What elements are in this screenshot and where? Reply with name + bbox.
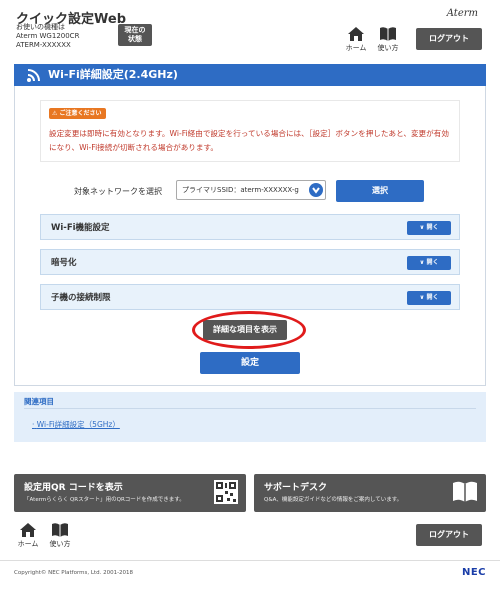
- page-title-text: Wi-Fi詳細設定(2.4GHz): [48, 68, 178, 81]
- accordion-label: Wi-Fi機能設定: [51, 223, 110, 233]
- support-desc: Q&A、機能設定ガイドなどの情報をご案内しています。: [264, 497, 403, 503]
- accordion-client-restriction[interactable]: 子機の接続制限 ∨ 開く: [40, 284, 460, 310]
- support-title: サポートデスク: [264, 483, 328, 493]
- notice-box: ⚠ ご注意ください 設定変更は即時に有効となります。Wi-Fi経由で設定を行って…: [40, 100, 460, 162]
- aterm-logo: Aterm: [446, 8, 478, 19]
- qr-code-icon: [214, 480, 238, 504]
- book-icon: [380, 27, 396, 41]
- status-label-1: 現在の: [124, 26, 146, 34]
- home-icon: [20, 523, 36, 537]
- wifi-icon: [27, 69, 40, 82]
- highlight-ring: [192, 311, 306, 349]
- header: クイック設定Web お使いの機種は Aterm WG1200CR ATERM-X…: [0, 0, 500, 58]
- book-icon: [453, 481, 477, 502]
- related-link-5ghz[interactable]: · Wi-Fi詳細設定（5GHz）: [32, 419, 120, 430]
- accordion-wifi-function[interactable]: Wi-Fi機能設定 ∨ 開く: [40, 214, 460, 240]
- footer-logout-button[interactable]: ログアウト: [416, 524, 482, 546]
- open-button-label: 開く: [426, 259, 439, 266]
- book-icon: [52, 523, 68, 537]
- chevron-down-icon: ∨: [419, 224, 425, 231]
- home-label: ホーム: [345, 44, 367, 52]
- chevron-down-icon: ∨: [419, 259, 425, 266]
- manual-label: 使い方: [377, 44, 399, 52]
- open-button[interactable]: ∨ 開く: [407, 221, 451, 235]
- network-select-value: プライマリSSID：aterm-XXXXXX-g: [182, 186, 299, 194]
- network-select-label: 対象ネットワークを選択: [74, 187, 162, 196]
- page-title: Wi-Fi詳細設定(2.4GHz): [14, 64, 486, 86]
- model-line-2: Aterm WG1200CR: [16, 32, 80, 40]
- divider: [24, 408, 476, 409]
- notice-badge-text: ご注意ください: [59, 110, 102, 117]
- related-title: 関連項目: [24, 397, 54, 406]
- network-select[interactable]: プライマリSSID：aterm-XXXXXX-g: [176, 180, 326, 200]
- current-status-button[interactable]: 現在の 状態: [118, 24, 152, 46]
- nec-logo: NEC: [461, 567, 486, 578]
- footer-divider: [0, 560, 500, 561]
- logout-button[interactable]: ログアウト: [416, 28, 482, 50]
- manual-button[interactable]: 使い方: [376, 26, 400, 53]
- qr-title: 設定用QR コードを表示: [24, 483, 123, 493]
- home-icon: [348, 27, 364, 41]
- notice-badge: ⚠ ご注意ください: [49, 108, 106, 119]
- open-button[interactable]: ∨ 開く: [407, 291, 451, 305]
- model-info: お使いの機種は Aterm WG1200CR ATERM-XXXXXX: [16, 23, 79, 50]
- bullet-icon: ·: [32, 420, 35, 429]
- notice-text: 設定変更は即時に有効となります。Wi-Fi経由で設定を行っている場合には、［設定…: [49, 129, 449, 152]
- footer-home-button[interactable]: ホーム: [16, 522, 40, 549]
- open-button-label: 開く: [426, 224, 439, 231]
- footer-manual-button[interactable]: 使い方: [48, 522, 72, 549]
- manual-label: 使い方: [49, 540, 71, 548]
- chevron-down-icon: [309, 183, 323, 197]
- qr-desc: 「Atermらくらく QRスタート」用のQRコードを作成できます。: [24, 497, 185, 503]
- related-section: 関連項目 · Wi-Fi詳細設定（5GHz）: [14, 392, 486, 442]
- support-desk-button[interactable]: サポートデスク Q&A、機能設定ガイドなどの情報をご案内しています。: [254, 474, 486, 512]
- warning-icon: ⚠: [52, 110, 58, 117]
- accordion-label: 暗号化: [51, 258, 77, 268]
- model-line-1: お使いの機種は: [16, 23, 65, 31]
- open-button[interactable]: ∨ 開く: [407, 256, 451, 270]
- accordion-label: 子機の接続制限: [51, 293, 111, 303]
- chevron-down-icon: ∨: [419, 294, 425, 301]
- select-button[interactable]: 選択: [336, 180, 424, 202]
- status-label-2: 状態: [128, 35, 142, 43]
- open-button-label: 開く: [426, 294, 439, 301]
- related-link-text: Wi-Fi詳細設定（5GHz）: [36, 420, 120, 429]
- qr-code-button[interactable]: 設定用QR コードを表示 「Atermらくらく QRスタート」用のQRコードを作…: [14, 474, 246, 512]
- copyright: Copyright© NEC Platforms, Ltd. 2001-2018: [14, 570, 134, 576]
- set-button[interactable]: 設定: [200, 352, 300, 374]
- model-line-3: ATERM-XXXXXX: [16, 41, 71, 49]
- accordion-encryption[interactable]: 暗号化 ∨ 開く: [40, 249, 460, 275]
- home-button[interactable]: ホーム: [344, 26, 368, 53]
- home-label: ホーム: [17, 540, 39, 548]
